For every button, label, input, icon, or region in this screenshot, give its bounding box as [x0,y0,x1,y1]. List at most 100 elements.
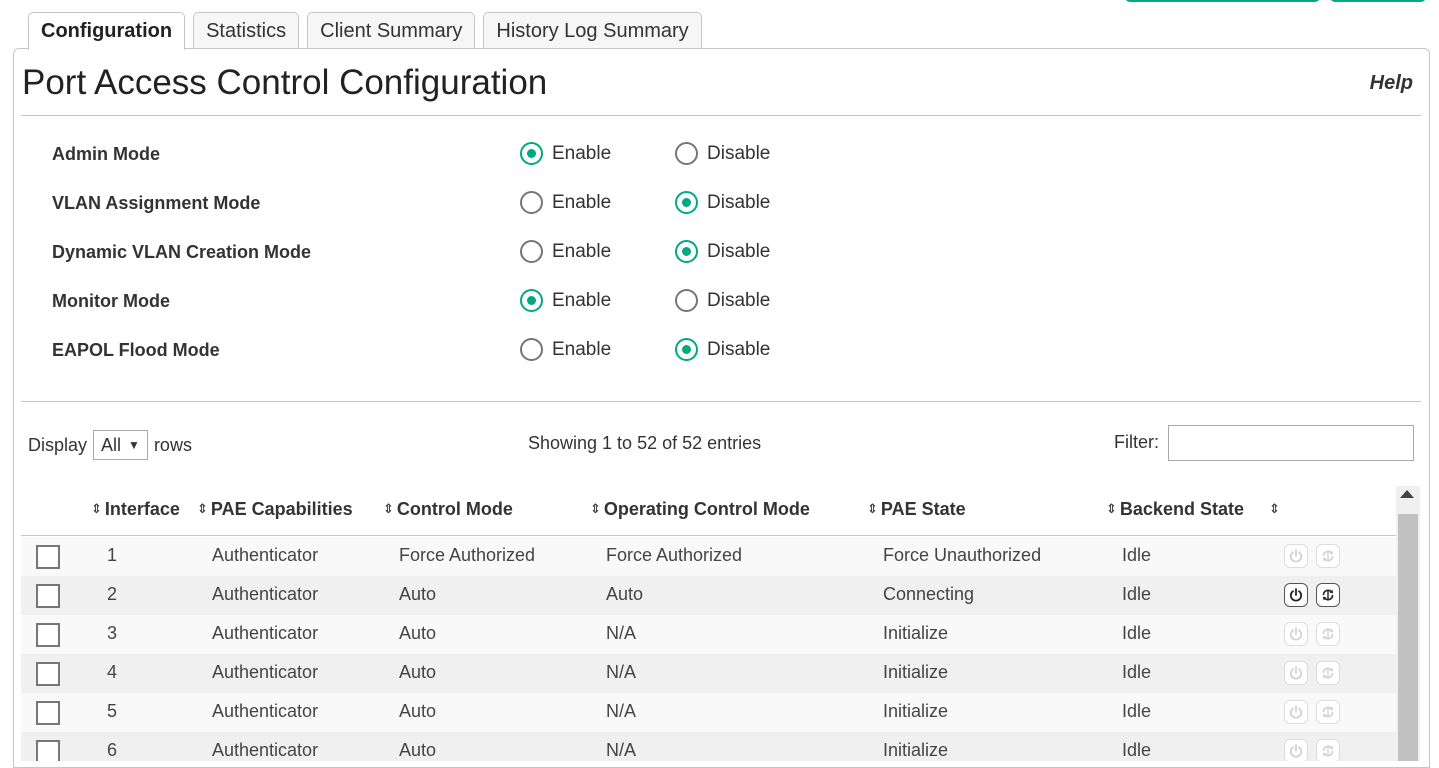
radio-button[interactable] [675,338,698,361]
cell-pae-capabilities: Authenticator [212,701,319,721]
col-pae-state[interactable]: ⇕ PAE State [867,499,966,520]
power-icon[interactable] [1284,544,1308,568]
row-checkbox[interactable] [36,545,60,569]
cell-pae-state: Initialize [883,662,949,682]
radio-button[interactable] [675,142,698,165]
monitor-mode-enable-option[interactable]: Enable [520,289,611,312]
row-checkbox[interactable] [36,740,60,761]
reauthenticate-icon[interactable] [1316,739,1340,761]
admin-mode-enable-option[interactable]: Enable [520,142,611,165]
cell-pae-state: Initialize [883,701,949,721]
radio-button[interactable] [520,240,543,263]
config-label: EAPOL Flood Mode [52,340,220,360]
monitor-mode-disable-option[interactable]: Disable [675,289,770,312]
rows-label: rows [153,434,192,455]
row-checkbox[interactable] [36,662,60,686]
cell-operating-control-mode: N/A [606,740,637,760]
tab-bar: Configuration Statistics Client Summary … [28,12,710,50]
cell-interface: 6 [107,740,118,760]
cell-control-mode: Auto [399,662,437,682]
table-row[interactable]: 2 Authenticator Auto Auto Connecting Idle [21,576,1396,615]
col-pae-capabilities[interactable]: ⇕ PAE Capabilities [197,499,353,520]
cell-pae-state: Connecting [883,584,975,604]
disable-label: Disable [707,191,771,213]
table-row[interactable]: 1 Authenticator Force Authorized Force Auth… [21,537,1396,576]
scroll-up-arrow-icon[interactable] [1400,490,1414,498]
cell-pae-state: Force Unauthorized [883,545,1042,565]
filter-label: Filter: [1114,432,1159,452]
power-icon[interactable] [1284,700,1308,724]
row-checkbox[interactable] [36,584,60,608]
cell-operating-control-mode: N/A [606,701,637,721]
table-row[interactable]: 3 Authenticator Auto N/A Initialize Idle [21,615,1396,654]
cell-backend-state: Idle [1122,740,1152,760]
reauthenticate-icon[interactable] [1316,661,1340,685]
col-actions[interactable]: ⇕ [1269,499,1283,520]
radio-button[interactable] [520,338,543,361]
col-operating-control-mode[interactable]: ⇕ Operating Control Mode [590,499,810,520]
top-action-button-2[interactable] [1330,0,1426,2]
reauthenticate-icon[interactable] [1316,544,1340,568]
cell-backend-state: Idle [1122,701,1152,721]
config-divider [21,401,1421,402]
vlan-assignment-mode-disable-option[interactable]: Disable [675,191,770,214]
radio-button[interactable] [520,191,543,214]
dynamic-vlan-creation-mode-disable-option[interactable]: Disable [675,240,770,263]
disable-label: Disable [707,142,771,164]
cell-pae-capabilities: Authenticator [212,623,319,643]
power-icon[interactable] [1284,622,1308,646]
radio-button[interactable] [520,142,543,165]
row-checkbox[interactable] [36,701,60,725]
top-action-button-1[interactable] [1125,0,1320,2]
table-scrollbar[interactable] [1396,486,1420,761]
cell-interface: 3 [107,623,118,643]
sort-icon: ⇕ [197,501,208,516]
table-row[interactable]: 5 Authenticator Auto N/A Initialize Idle [21,693,1396,732]
table-row[interactable]: 4 Authenticator Auto N/A Initialize Idle [21,654,1396,693]
power-icon[interactable] [1284,661,1308,685]
col-control-mode[interactable]: ⇕ Control Mode [383,499,513,520]
cell-pae-capabilities: Authenticator [212,545,319,565]
power-icon[interactable] [1284,739,1308,761]
filter-input[interactable] [1168,425,1414,461]
tab-statistics[interactable]: Statistics [193,12,300,49]
cell-control-mode: Auto [399,701,437,721]
admin-mode-disable-option[interactable]: Disable [675,142,770,165]
title-divider [21,115,1421,116]
row-checkbox[interactable] [36,623,60,647]
enable-label: Enable [552,289,612,311]
reauthenticate-icon[interactable] [1316,583,1340,607]
reauthenticate-icon[interactable] [1316,700,1340,724]
radio-button[interactable] [675,191,698,214]
tab-configuration[interactable]: Configuration [28,12,186,50]
entries-info: Showing 1 to 52 of 52 entries [528,433,762,453]
cell-operating-control-mode: Force Authorized [606,545,743,565]
cell-backend-state: Idle [1122,545,1152,565]
page-title: Port Access Control Configuration [22,63,548,102]
reauthenticate-icon[interactable] [1316,622,1340,646]
col-interface[interactable]: ⇕ Interface [91,499,180,520]
cell-control-mode: Auto [399,740,437,760]
radio-button[interactable] [675,240,698,263]
enable-label: Enable [552,191,612,213]
eapol-flood-mode-enable-option[interactable]: Enable [520,338,611,361]
eapol-flood-mode-disable-option[interactable]: Disable [675,338,770,361]
display-rows-select[interactable]: All ▼ [93,430,148,460]
tab-client-summary[interactable]: Client Summary [307,12,476,49]
cell-operating-control-mode: N/A [606,662,637,682]
cell-operating-control-mode: N/A [606,623,637,643]
config-label: Dynamic VLAN Creation Mode [52,242,312,262]
scroll-thumb[interactable] [1398,514,1418,761]
config-row: EAPOL Flood Mode Enable Disable [0,337,1439,367]
col-backend-state[interactable]: ⇕ Backend State [1106,499,1244,520]
table-header: ⇕ Interface ⇕ PAE Capabilities ⇕ Control Mo… [21,486,1396,536]
power-icon[interactable] [1284,583,1308,607]
config-row: Dynamic VLAN Creation Mode Enable Disable [0,239,1439,269]
tab-history-log-summary[interactable]: History Log Summary [483,12,702,49]
help-link[interactable]: Help [1370,72,1413,95]
dynamic-vlan-creation-mode-enable-option[interactable]: Enable [520,240,611,263]
radio-button[interactable] [520,289,543,312]
vlan-assignment-mode-enable-option[interactable]: Enable [520,191,611,214]
radio-button[interactable] [675,289,698,312]
sort-icon: ⇕ [383,501,394,516]
